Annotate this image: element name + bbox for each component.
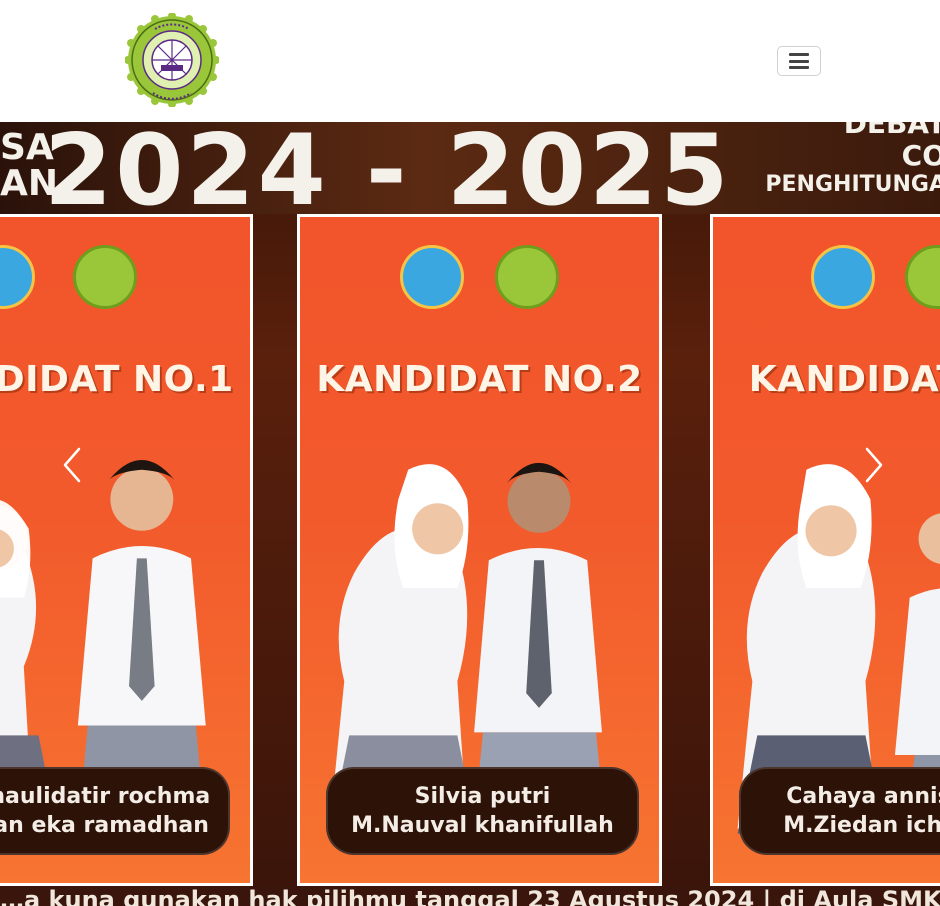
candidate-card-1: KANDIDAT NO.1 …n maulidatir rochma …otia… <box>0 214 253 886</box>
osis-emblem-icon <box>400 245 464 309</box>
banner-header: SA AN 2024 - 2025 DEBAT CO PENGHITUNGA <box>0 122 940 220</box>
candidate-names: Silvia putri M.Nauval khanifullah <box>326 767 639 855</box>
chevron-right-icon <box>865 447 883 483</box>
osis-emblem-icon <box>811 245 875 309</box>
school-logo[interactable] <box>124 12 220 108</box>
school-emblem-icon <box>905 245 940 309</box>
banner-footer-text: …a kuna gunakan hak pilihmu tanggal 23 A… <box>0 888 940 906</box>
school-emblem-icon <box>495 245 559 309</box>
school-emblem-icon <box>124 12 220 108</box>
candidate-card-2: KANDIDAT NO.2 Silvia putri M.Nauval khan… <box>297 214 662 886</box>
banner-year: 2024 - 2025 <box>44 122 732 228</box>
hamburger-menu-icon <box>789 53 809 69</box>
candidate-card-3: KANDIDAT NO Cahaya annisa f… M.Ziedan ic… <box>710 214 940 886</box>
carousel-next-button[interactable] <box>854 442 894 488</box>
candidate-names: …n maulidatir rochma …otian eka ramadhan <box>0 767 230 855</box>
navbar <box>0 0 940 122</box>
candidate-label: KANDIDAT NO.1 <box>0 359 234 400</box>
carousel-prev-button[interactable] <box>52 442 92 488</box>
navbar-toggle-button[interactable] <box>777 46 821 76</box>
candidate-label: KANDIDAT NO <box>748 359 940 400</box>
osis-emblem-icon <box>0 245 35 309</box>
banner-right-fragment: DEBAT CO PENGHITUNGA <box>765 122 940 198</box>
candidate-names: Cahaya annisa f… M.Ziedan ichsan… <box>739 767 940 855</box>
hero-carousel[interactable]: SA AN 2024 - 2025 DEBAT CO PENGHITUNGA K… <box>0 122 940 906</box>
chevron-left-icon <box>63 447 81 483</box>
candidate-label: KANDIDAT NO.2 <box>316 359 643 400</box>
school-emblem-icon <box>73 245 137 309</box>
